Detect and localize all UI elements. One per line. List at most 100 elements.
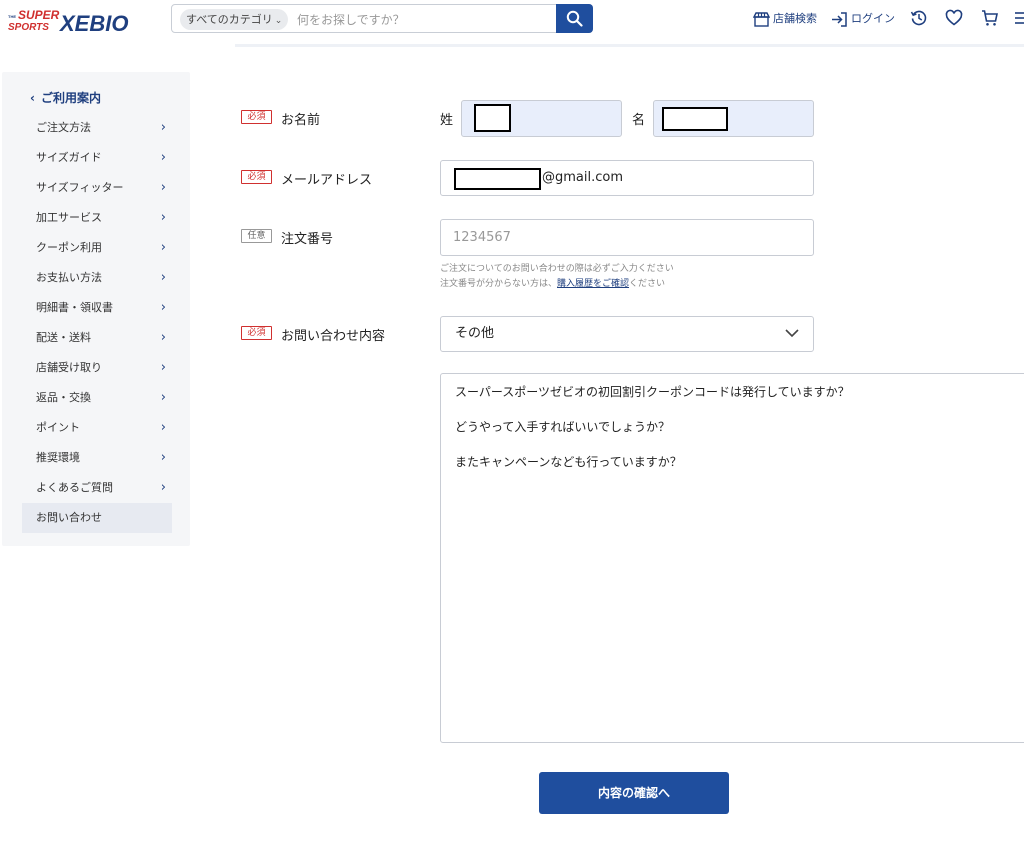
inquiry-type-value: その他: [455, 326, 495, 341]
sidebar-item-contact[interactable]: お問い合わせ: [22, 503, 172, 533]
chevron-right-icon: ›: [160, 330, 166, 345]
confirm-button[interactable]: 内容の確認へ: [539, 772, 729, 814]
order-number-label: 注文番号: [281, 232, 334, 247]
sidebar-item-points[interactable]: ポイント ›: [22, 413, 172, 443]
sidebar-menu: ご注文方法 › サイズガイド › サイズフィッター › 加工サービス › クーポン利用 ›…: [22, 113, 172, 533]
sidebar-item-label: お支払い方法: [36, 271, 102, 284]
chevron-right-icon: ›: [160, 120, 166, 135]
chevron-down-icon: [785, 329, 799, 338]
sidebar: ‹ ご利用案内 ご注文方法 › サイズガイド › サイズフィッター › 加工サービス › …: [2, 72, 190, 546]
store-icon: [752, 11, 771, 27]
cart-button[interactable]: [981, 9, 999, 31]
login-icon: [832, 11, 847, 27]
chevron-right-icon: ›: [160, 150, 166, 165]
email-input[interactable]: @gmail.com: [440, 160, 814, 196]
inquiry-message-textarea[interactable]: スーパースポーツゼビオの初回割引クーポンコードは発行していますか？ どうやって入…: [440, 373, 1024, 743]
sidebar-item-store-pickup[interactable]: 店舗受け取り ›: [22, 353, 172, 383]
search-bar: すべてのカテゴリ ⌄: [171, 4, 593, 33]
sidebar-item-label: 明細書・領収書: [36, 301, 113, 314]
inquiry-type-label: お問い合わせ内容: [281, 329, 386, 344]
favorite-button[interactable]: [945, 9, 963, 31]
search-icon: [566, 10, 583, 27]
sidebar-item-order-method[interactable]: ご注文方法 ›: [22, 113, 172, 143]
sidebar-item-label: よくあるご質問: [36, 481, 113, 494]
svg-text:THE: THE: [8, 14, 16, 19]
sidebar-item-label: サイズガイド: [36, 151, 102, 164]
redacted-block: [454, 168, 541, 190]
menu-icon: [1015, 12, 1024, 24]
sidebar-item-faq[interactable]: よくあるご質問 ›: [22, 473, 172, 503]
order-number-input[interactable]: [440, 219, 814, 256]
last-name-label: 姓: [440, 113, 454, 128]
sidebar-item-label: ご注文方法: [36, 121, 91, 134]
chevron-right-icon: ›: [160, 390, 166, 405]
login-link[interactable]: ログイン: [831, 9, 895, 29]
sidebar-item-label: お問い合わせ: [36, 511, 102, 524]
sidebar-item-shipping[interactable]: 配送・送料 ›: [22, 323, 172, 353]
message-line: どうやって入手すればいいでしょうか？: [455, 420, 671, 434]
first-name-input[interactable]: [653, 100, 814, 137]
sidebar-item-label: クーポン利用: [36, 241, 102, 254]
chevron-down-icon: ⌄: [274, 16, 283, 26]
store-search-link[interactable]: 店舗検索: [752, 9, 817, 29]
optional-badge: 任意: [241, 229, 272, 243]
sidebar-item-label: ポイント: [36, 421, 80, 434]
chevron-right-icon: ›: [160, 480, 166, 495]
category-dropdown[interactable]: すべてのカテゴリ ⌄: [180, 9, 289, 30]
menu-button[interactable]: [1015, 9, 1024, 31]
sidebar-item-label: 加工サービス: [36, 211, 102, 224]
store-search-label: 店舗検索: [773, 12, 817, 25]
sidebar-item-payment[interactable]: お支払い方法 ›: [22, 263, 172, 293]
required-badge: 必須: [241, 326, 272, 340]
sidebar-title: ご利用案内: [40, 91, 101, 105]
sidebar-item-processing-service[interactable]: 加工サービス ›: [22, 203, 172, 233]
chevron-right-icon: ›: [160, 270, 166, 285]
order-number-help-2: 注文番号が分からない方は、購入履歴をご確認ください: [440, 277, 665, 292]
order-number-text[interactable]: [453, 220, 813, 255]
sidebar-item-size-fitter[interactable]: サイズフィッター ›: [22, 173, 172, 203]
sidebar-item-size-guide[interactable]: サイズガイド ›: [22, 143, 172, 173]
email-domain: @gmail.com: [542, 170, 624, 185]
sidebar-item-receipt[interactable]: 明細書・領収書 ›: [22, 293, 172, 323]
required-badge: 必須: [241, 110, 272, 124]
svg-text:XEBIO: XEBIO: [58, 11, 128, 33]
search-button[interactable]: [556, 4, 593, 33]
sidebar-item-returns[interactable]: 返品・交換 ›: [22, 383, 172, 413]
first-name-label: 名: [632, 113, 646, 128]
svg-text:SUPER: SUPER: [18, 8, 60, 22]
sidebar-back-link[interactable]: ‹ ご利用案内: [30, 89, 101, 106]
chevron-right-icon: ›: [160, 420, 166, 435]
required-badge: 必須: [241, 170, 272, 184]
chevron-right-icon: ›: [160, 240, 166, 255]
name-label: お名前: [281, 113, 321, 128]
chevron-right-icon: ›: [160, 180, 166, 195]
chevron-right-icon: ›: [160, 300, 166, 315]
search-input[interactable]: [297, 9, 547, 30]
svg-text:SPORTS: SPORTS: [8, 22, 49, 33]
redacted-block: [474, 104, 511, 132]
sidebar-item-environment[interactable]: 推奨環境 ›: [22, 443, 172, 473]
sidebar-item-label: 返品・交換: [36, 391, 91, 404]
redacted-block: [662, 107, 728, 131]
history-button[interactable]: [910, 9, 928, 31]
order-number-help-1: ご注文についてのお問い合わせの際は必ずご入力ください: [440, 264, 674, 274]
inquiry-type-select[interactable]: その他: [440, 316, 814, 352]
xebio-logo[interactable]: THE SUPER SPORTS XEBIO: [6, 7, 146, 36]
help-prefix: 注文番号が分からない方は、: [440, 279, 558, 289]
chevron-right-icon: ›: [160, 450, 166, 465]
chevron-right-icon: ›: [160, 360, 166, 375]
message-line: スーパースポーツゼビオの初回割引クーポンコードは発行していますか？: [455, 385, 850, 399]
sidebar-item-label: 推奨環境: [36, 451, 80, 464]
login-label: ログイン: [851, 12, 895, 25]
sidebar-item-coupon[interactable]: クーポン利用 ›: [22, 233, 172, 263]
purchase-history-link[interactable]: 購入履歴をご確認: [557, 279, 629, 289]
site-header: THE SUPER SPORTS XEBIO すべてのカテゴリ⌄ 店舗検索: [0, 0, 1024, 40]
message-line: またキャンペーンなども行っていますか？: [455, 455, 682, 469]
help-suffix: ください: [629, 279, 666, 289]
header-divider: [235, 44, 1024, 47]
heart-icon: [945, 9, 963, 26]
sidebar-item-label: サイズフィッター: [36, 181, 124, 194]
email-label: メールアドレス: [281, 173, 373, 188]
last-name-input[interactable]: [461, 100, 622, 137]
chevron-left-icon: ‹: [30, 91, 35, 105]
